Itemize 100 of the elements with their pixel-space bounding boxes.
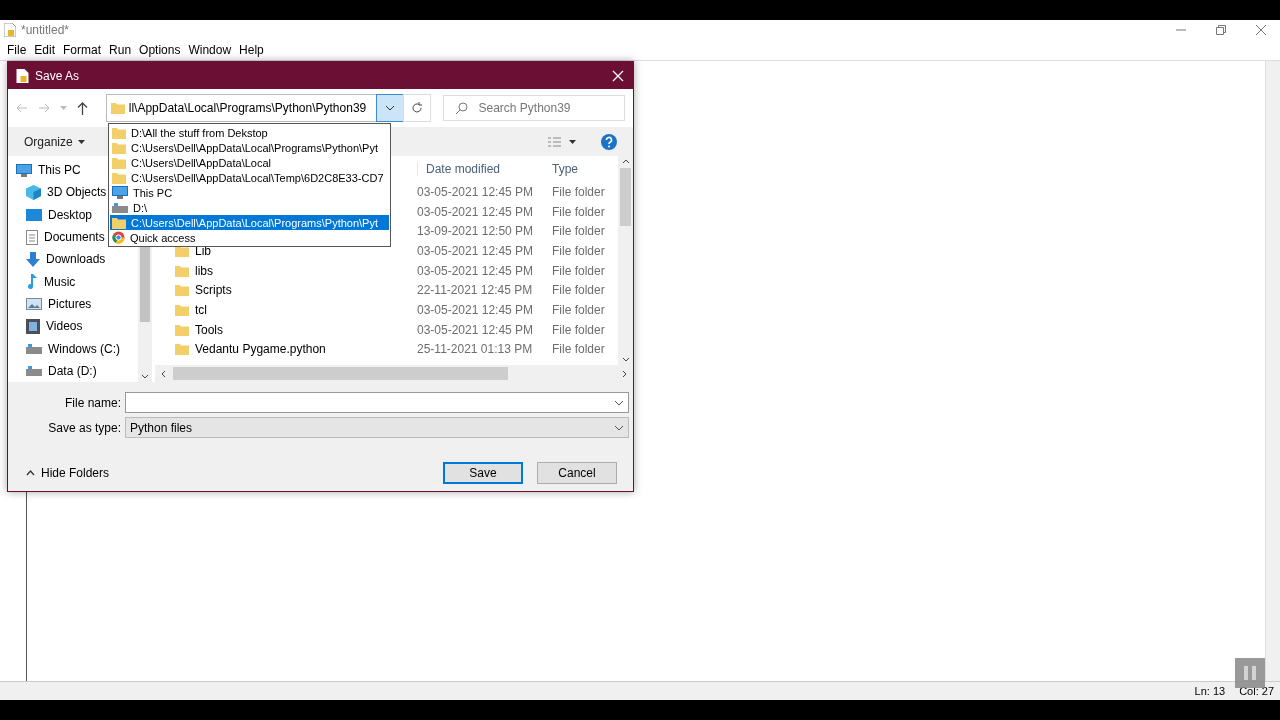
chevron-up-icon [26,470,35,476]
date-cell-text: 03-05-2021 12:45 PM [417,204,535,219]
menu-item[interactable]: Edit [30,43,60,57]
cube-icon [26,184,41,200]
date-cell-text: 03-05-2021 12:45 PM [417,243,535,258]
address-bar[interactable]: ll\AppData\Local\Programs\Python\Python39 [105,94,378,122]
folder-icon [112,141,126,154]
file-name[interactable]: Tools [195,322,223,337]
restore-icon[interactable] [1216,25,1226,35]
scrollbar-thumb[interactable] [173,367,508,380]
folder-icon [175,244,189,257]
type-cell-text: File folder [552,224,606,239]
search-icon [456,102,469,114]
date-cell-text: 03-05-2021 12:45 PM [417,263,535,278]
history-item[interactable]: This PC [110,185,389,200]
scrollbar-thumb[interactable] [620,168,631,226]
sidebar-item[interactable]: Desktop [48,207,93,222]
menu-item[interactable]: Window [184,43,236,57]
desktop-icon [26,208,42,221]
date-cell-text: 25-11-2021 01:13 PM [417,342,534,357]
menu-item[interactable]: Help [235,43,268,57]
chevron-down-icon[interactable] [614,399,624,406]
file-type-dropdown[interactable]: Python files [125,417,629,438]
column-header[interactable]: Date modified [417,162,552,176]
dialog-button[interactable]: Save [443,462,523,484]
film-icon [26,318,40,334]
type-cell-text: File folder [552,302,606,317]
file-name-field[interactable] [125,392,629,413]
date-cell-text: 03-05-2021 12:45 PM [417,322,535,337]
python-file-icon [4,23,16,37]
type-cell-text: File folder [552,283,606,298]
folder-icon [175,303,189,316]
history-item[interactable]: C:\Users\Dell\AppData\Local\Programs\Python\Pyt [110,140,389,155]
folder-icon [175,264,189,277]
hide-folders-button[interactable]: Hide Folders [20,465,116,481]
drive-icon [26,343,42,354]
dropdown-button[interactable] [376,94,404,122]
field-label: File name: [63,395,121,410]
picture-icon [26,297,42,310]
column-number: Col: 27 [1239,685,1274,697]
field-label: Save as type: [47,420,121,435]
organize-button[interactable]: Organize [24,134,85,149]
history-item[interactable]: C:\Users\Dell\AppData\Local\Temp\6D2C8E33-CD7 [110,170,389,185]
sidebar-item[interactable]: Videos [46,319,83,334]
type-cell-text: File folder [552,204,606,219]
sidebar-item[interactable]: Documents [44,230,105,245]
history-item[interactable]: C:\Users\Dell\AppData\Local [110,155,389,170]
menu-item[interactable]: Options [135,43,185,57]
column-header[interactable]: Type [552,162,618,176]
scrollbar[interactable] [1265,61,1280,681]
menu-item[interactable]: Format [59,43,106,57]
drive-icon [112,202,128,213]
line-number: Ln: 13 [1194,685,1226,697]
date-cell-text: 22-11-2021 12:45 PM [417,283,534,298]
sidebar-item[interactable]: Data (D:) [48,363,97,378]
date-cell-text: 03-05-2021 12:45 PM [417,184,535,199]
folder-icon [112,171,126,184]
sidebar-item[interactable]: Music [44,274,76,289]
file-name[interactable]: Scripts [195,283,232,298]
type-cell-text: File folder [552,263,606,278]
scroll-left-icon[interactable] [159,368,167,379]
refresh-button[interactable] [402,94,432,122]
history-item[interactable]: D:\All the stuff from Dekstop [110,125,389,140]
help-icon[interactable] [601,133,617,150]
folder-icon [175,323,189,336]
file-name[interactable]: Vedantu Pygame.python [195,342,326,357]
file-name[interactable]: libs [195,263,213,278]
sidebar-item[interactable]: This PC [38,163,81,178]
dialog-button[interactable]: Cancel [537,462,617,484]
menu-item[interactable]: File [3,43,31,57]
ring-icon [112,231,125,244]
python-file-icon [16,68,29,83]
drive-icon [26,365,42,376]
folder-icon [175,343,189,356]
type-cell-text: File folder [552,184,606,199]
sidebar-item[interactable]: Windows (C:) [48,341,120,356]
sidebar-item[interactable]: Pictures [48,296,92,311]
menu-item[interactable]: Run [105,43,136,57]
music-note-icon [26,274,38,290]
history-item[interactable]: C:\Users\Dell\AppData\Local\Programs\Python\Pyt [110,215,389,230]
scroll-right-icon[interactable] [621,368,629,379]
date-cell-text: 03-05-2021 12:45 PM [417,302,535,317]
folder-icon [175,284,189,297]
sidebar-item[interactable]: 3D Objects [47,185,107,200]
up-icon[interactable] [77,101,88,115]
search-field[interactable]: Search Python39 [443,95,625,121]
date-cell-text: 13-09-2021 12:50 PM [417,224,535,239]
history-item[interactable]: Quick access [110,230,389,245]
folder-icon [112,216,126,229]
scrollbar-thumb[interactable] [140,246,150,322]
monitor-icon [16,163,32,177]
chevron-down-icon[interactable] [614,424,624,431]
history-item[interactable]: D:\ [110,200,389,215]
type-cell-text: File folder [552,342,606,357]
file-name[interactable]: tcl [195,302,207,317]
view-options-icon[interactable] [548,136,576,147]
sidebar-item[interactable]: Downloads [46,252,106,267]
dialog-title: Save As [35,68,80,83]
chevron-down-icon [385,105,396,111]
monitor-icon [112,186,128,199]
